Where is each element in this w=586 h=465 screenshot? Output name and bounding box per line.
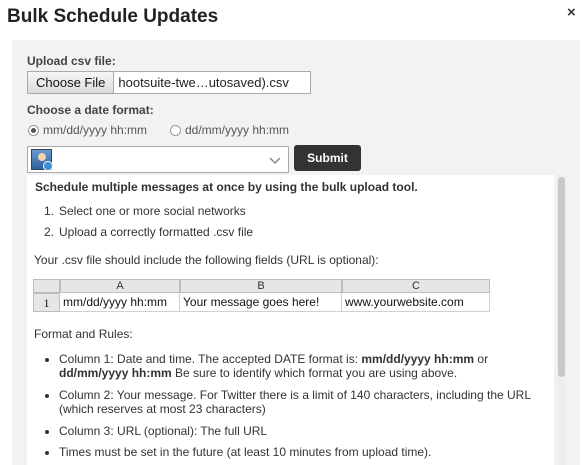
instructions-panel: Schedule multiple messages at once by us…: [27, 175, 554, 465]
csv-example-sheet: A B C 1 mm/dd/yyyy hh:mm Your message go…: [33, 279, 490, 315]
step-2: Upload a correctly formatted .csv file: [59, 225, 254, 239]
date-format-label: Choose a date format:: [27, 103, 154, 117]
rule-2-line-2: (which reserves at most 23 characters): [59, 402, 266, 416]
submit-button[interactable]: Submit: [294, 145, 361, 171]
scrollbar-thumb[interactable]: [558, 177, 565, 377]
instructions-heading: Schedule multiple messages at once by us…: [35, 180, 418, 194]
upload-label: Upload csv file:: [27, 54, 116, 68]
file-input[interactable]: Choose File hootsuite-twe…utosaved).csv: [27, 71, 311, 94]
file-name: hootsuite-twe…utosaved).csv: [118, 75, 289, 90]
rule-3: Column 3: URL (optional): The full URL: [44, 424, 268, 438]
sheet-corner: [33, 279, 60, 293]
date-format-option-mdy[interactable]: mm/dd/yyyy hh:mm: [28, 123, 147, 137]
step-1: Select one or more social networks: [59, 204, 246, 218]
radio-mdy[interactable]: [28, 124, 39, 136]
choose-file-button[interactable]: Choose File: [28, 72, 115, 93]
step-number-2: 2.: [44, 225, 55, 239]
profile-avatar-icon[interactable]: [31, 149, 53, 171]
rule-1-line-1: Column 1: Date and time. The accepted DA…: [44, 352, 489, 366]
close-icon[interactable]: ×: [567, 4, 576, 21]
date-format-option-dmy[interactable]: dd/mm/yyyy hh:mm: [170, 123, 289, 137]
rule-4: Times must be set in the future (at leas…: [44, 445, 432, 459]
instructions-scrollbar[interactable]: [557, 175, 566, 465]
sheet-column-header: A: [60, 279, 180, 293]
chevron-down-icon[interactable]: [267, 152, 283, 168]
radio-dmy-label: dd/mm/yyyy hh:mm: [185, 123, 290, 137]
sheet-column-header: C: [342, 279, 490, 293]
rule-2-line-1: Column 2: Your message. For Twitter ther…: [44, 388, 532, 402]
sheet-cell-b1: Your message goes here!: [180, 293, 342, 312]
format-heading: Format and Rules:: [34, 327, 133, 341]
sheet-cell-a1: mm/dd/yyyy hh:mm: [60, 293, 180, 312]
sheet-row-number: 1: [33, 293, 60, 312]
radio-dmy[interactable]: [170, 124, 181, 136]
fields-intro: Your .csv file should include the follow…: [34, 253, 379, 267]
radio-mdy-label: mm/dd/yyyy hh:mm: [43, 123, 148, 137]
sheet-cell-c1: www.yourwebsite.com: [342, 293, 490, 312]
dialog-title: Bulk Schedule Updates: [7, 6, 219, 27]
social-profile-select[interactable]: [27, 146, 289, 173]
rule-1-line-2: dd/mm/yyyy hh:mm Be sure to identify whi…: [59, 366, 458, 380]
step-number-1: 1.: [44, 204, 55, 218]
sheet-column-header: B: [180, 279, 342, 293]
